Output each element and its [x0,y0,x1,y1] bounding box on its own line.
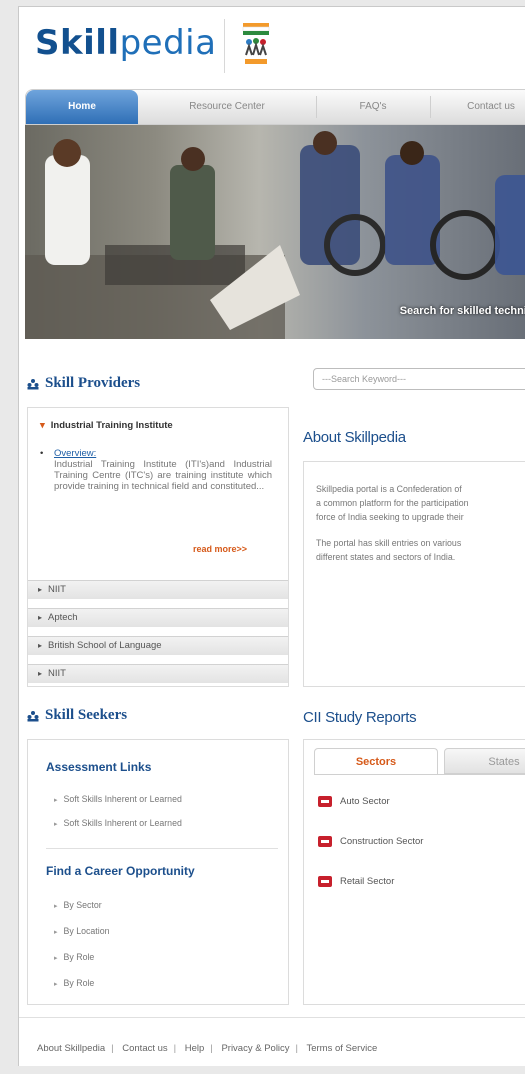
nav-home[interactable]: Home [26,90,138,124]
people-icon [27,378,39,389]
tab-sectors[interactable]: Sectors [314,748,438,774]
assessment-links-heading: Assessment Links [46,760,152,774]
page-frame: Skillpedia Home Resource Center FAQ's Co… [18,6,525,1066]
footer-links: About Skillpedia | Contact us | Help | Priv… [37,1043,377,1054]
emblem-icon [242,23,270,64]
nav-faqs[interactable]: FAQ's [318,90,428,124]
cii-reports-panel: Sectors States Auto Sector Construction … [303,739,525,1005]
about-para-2: The portal has skill entries on various … [316,538,462,562]
assessment-link-1[interactable]: Soft Skills Inherent or Learned [54,794,182,804]
nav-contact-us[interactable]: Contact us [436,90,525,124]
report-construction-sector[interactable]: Construction Sector [318,836,423,847]
footer-link-about[interactable]: About Skillpedia [37,1043,105,1054]
career-link-by-role-2[interactable]: By Role [54,978,95,988]
nav-divider [430,96,431,118]
career-link-by-sector[interactable]: By Sector [54,900,102,910]
skill-seekers-title: Skill Seekers [45,707,128,723]
pdf-icon [318,796,332,807]
logo-divider [224,19,225,73]
tab-underline [314,774,525,775]
footer-sep: | [210,1043,213,1054]
footer-link-privacy[interactable]: Privacy & Policy [221,1043,289,1054]
pdf-icon [318,836,332,847]
about-para-1: Skillpedia portal is a Confederation of … [316,484,469,522]
footer-divider [19,1017,525,1018]
report-auto-sector[interactable]: Auto Sector [318,796,390,807]
accordion-item-niit[interactable]: NIIT [28,580,288,599]
skill-providers-panel: Industrial Training Institute • Overview… [27,407,289,687]
cii-reports-heading: CII Study Reports [303,709,417,726]
skill-seekers-heading: Skill Seekers [27,707,127,724]
pdf-icon [318,876,332,887]
main-nav: Home Resource Center FAQ's Contact us [25,89,525,125]
overview-text: Industrial Training Institute (ITI's)and… [54,459,272,492]
hero-banner: Search for skilled technicians [25,125,525,339]
banner-caption: Search for skilled technicians [399,305,525,317]
footer-link-terms[interactable]: Terms of Service [306,1043,377,1054]
career-link-by-location[interactable]: By Location [54,926,110,936]
footer-link-help[interactable]: Help [185,1043,205,1054]
about-text: Skillpedia portal is a Confederation of … [316,482,525,564]
header: Skillpedia [19,7,525,85]
skill-seekers-panel: Assessment Links Soft Skills Inherent or… [27,739,289,1005]
career-link-by-role[interactable]: By Role [54,952,95,962]
skill-providers-title: Skill Providers [45,375,141,391]
career-opportunity-heading: Find a Career Opportunity [46,864,195,878]
about-panel: Skillpedia portal is a Confederation of … [303,461,525,687]
people-icon [27,710,39,721]
about-heading: About Skillpedia [303,429,406,446]
accordion-item-iti[interactable]: Industrial Training Institute [40,420,173,431]
skill-providers-heading: Skill Providers [27,375,140,392]
footer-sep: | [295,1043,299,1054]
skillpedia-logo[interactable]: Skillpedia [35,23,216,63]
read-more-link[interactable]: read more>> [193,544,247,554]
footer-sep: | [111,1043,114,1054]
overview-link[interactable]: Overview: [54,448,96,459]
nav-divider [316,96,317,118]
divider [46,848,278,849]
bullet-icon: • [40,448,44,459]
accordion-item-aptech[interactable]: Aptech [28,608,288,627]
accordion-item-british-school[interactable]: British School of Language [28,636,288,655]
iti-overview: • Overview: Industrial Training Institut… [40,448,272,492]
nav-resource-center[interactable]: Resource Center [152,90,302,124]
accordion-item-niit-2[interactable]: NIIT [28,664,288,683]
footer-link-contact[interactable]: Contact us [122,1043,167,1054]
search-input[interactable]: ---Search Keyword--- [313,368,525,390]
footer-sep: | [173,1043,177,1054]
assessment-link-2[interactable]: Soft Skills Inherent or Learned [54,818,182,828]
tab-states[interactable]: States [444,748,525,774]
report-retail-sector[interactable]: Retail Sector [318,876,394,887]
